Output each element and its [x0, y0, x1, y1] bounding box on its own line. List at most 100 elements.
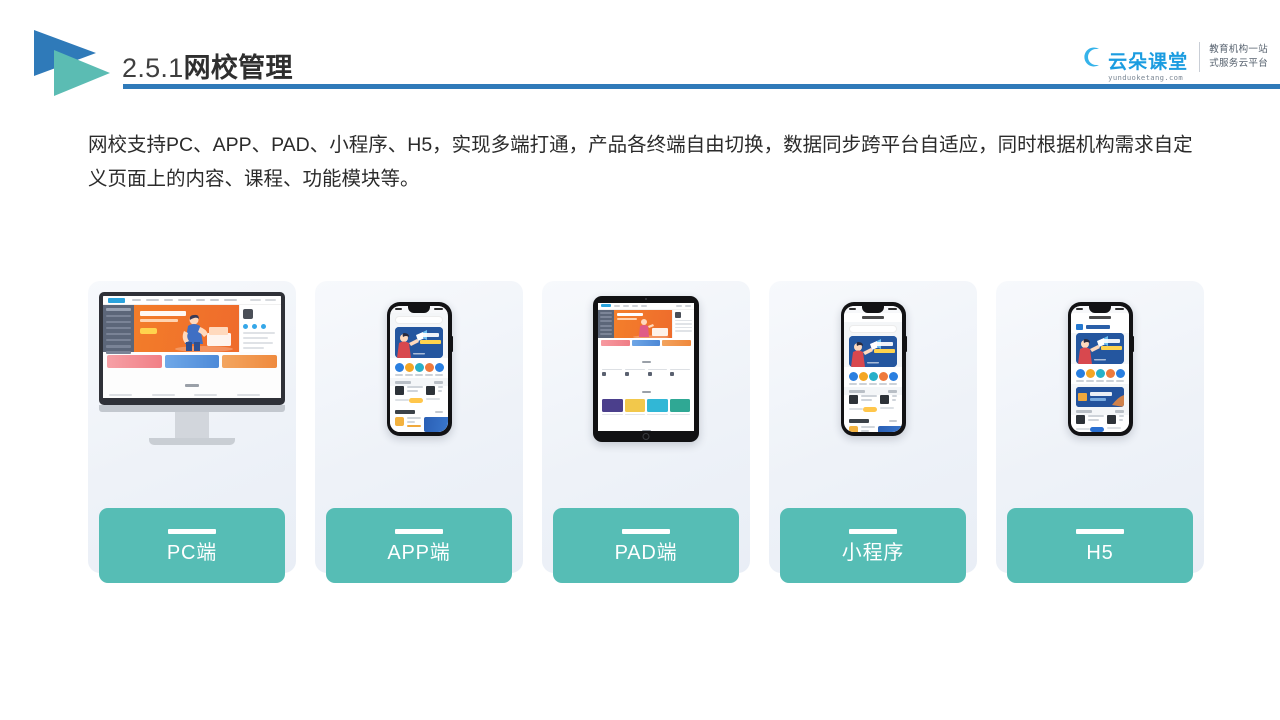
search-input[interactable] — [849, 324, 897, 333]
course-row — [844, 394, 902, 415]
phone-illustration — [840, 301, 907, 436]
phone-side-button — [1132, 335, 1134, 352]
category-icon[interactable] — [434, 362, 444, 376]
category-sidebar — [598, 309, 614, 338]
device-label-app[interactable]: APP端 — [326, 508, 512, 583]
website-hero-banner — [134, 305, 239, 352]
category-icon[interactable] — [878, 371, 888, 385]
category-icon[interactable] — [1075, 368, 1085, 382]
label-dash — [1076, 528, 1124, 534]
phone-side-button — [451, 335, 453, 352]
brand-divider — [1199, 42, 1201, 72]
course-card[interactable] — [1107, 414, 1124, 432]
device-card-app[interactable]: APP端 — [315, 281, 523, 583]
hero-illustration — [1076, 332, 1124, 364]
brand-logo: 云朵课堂 yunduoketang.com — [1077, 42, 1189, 82]
label-dash — [622, 528, 670, 534]
page-title: 2.5.1网校管理 — [122, 46, 293, 85]
device-label-h5[interactable]: H5 — [1007, 508, 1193, 583]
section-heading — [598, 378, 694, 399]
brand-url: yunduoketang.com — [1108, 73, 1184, 82]
device-card-h5[interactable]: H5 — [996, 281, 1204, 583]
list-item[interactable] — [390, 416, 448, 432]
phone-screen — [390, 305, 448, 432]
device-card-miniprogram[interactable]: 小程序 — [769, 281, 977, 583]
website-nav-links — [132, 298, 250, 302]
secondary-promo-banner[interactable] — [1076, 387, 1124, 407]
page-header: 2.5.1网校管理 云朵课堂 yunduoketang.com 教育机构一站 式… — [0, 0, 1280, 110]
app-hero-banner — [849, 335, 897, 367]
course-card[interactable] — [849, 394, 877, 412]
course-card — [151, 394, 191, 398]
list-item[interactable] — [844, 425, 902, 432]
avatar — [675, 311, 681, 318]
category-icon[interactable] — [848, 371, 858, 385]
phone-notch — [407, 305, 431, 313]
stats-row — [598, 368, 694, 378]
category-icon[interactable] — [404, 362, 414, 376]
course-card[interactable] — [395, 385, 423, 403]
brand-tagline-line1: 教育机构一站 — [1209, 44, 1268, 56]
category-icon-row — [844, 366, 902, 387]
category-icon[interactable] — [1105, 368, 1115, 382]
brand-block: 云朵课堂 yunduoketang.com 教育机构一站 式服务云平台 — [1077, 36, 1268, 82]
recommended-section-header — [390, 405, 448, 417]
promo-illustration — [1076, 387, 1124, 407]
phone-mockup — [996, 281, 1204, 456]
device-card-pc[interactable]: PC端 — [88, 281, 296, 583]
search-input[interactable] — [395, 315, 443, 324]
course-card — [194, 394, 233, 398]
course-card[interactable] — [880, 394, 897, 412]
hero-banner — [614, 309, 672, 338]
site-logo-icon — [1076, 324, 1083, 330]
imac-stand-foot — [149, 438, 235, 445]
imac-stand-neck — [175, 412, 209, 438]
device-label-pc[interactable]: PC端 — [99, 508, 285, 583]
category-icon[interactable] — [888, 371, 898, 385]
category-icon[interactable] — [414, 362, 424, 376]
site-name-text — [1086, 325, 1110, 329]
device-card-pad[interactable]: PAD端 — [542, 281, 750, 583]
category-icon[interactable] — [1095, 368, 1105, 382]
category-icon[interactable] — [1115, 368, 1125, 382]
device-label-text: 小程序 — [841, 541, 905, 564]
website-side-panel — [239, 305, 281, 352]
phone-mockup — [769, 281, 977, 456]
website-logo-icon — [601, 303, 611, 308]
front-camera-icon — [645, 298, 647, 300]
category-icon[interactable] — [1085, 368, 1095, 382]
device-label-pad[interactable]: PAD端 — [553, 508, 739, 583]
website-course-grid — [103, 394, 281, 398]
website-actions — [250, 298, 276, 302]
site-brand-bar — [1071, 321, 1129, 333]
course-card[interactable] — [1076, 414, 1104, 432]
section-header — [1071, 407, 1129, 415]
brand-name: 云朵课堂 — [1108, 51, 1189, 73]
home-button[interactable] — [642, 432, 650, 440]
website-category-sidebar — [103, 305, 134, 354]
hero-illustration — [175, 314, 233, 352]
imac-screen — [99, 292, 285, 405]
category-icon[interactable] — [424, 362, 434, 376]
tablet-screen — [598, 302, 694, 431]
device-label-text: PAD端 — [614, 541, 678, 564]
app-hero-banner — [395, 326, 443, 358]
section-heading — [598, 417, 694, 431]
course-card[interactable] — [426, 385, 443, 403]
device-label-text: PC端 — [166, 541, 218, 564]
course-row — [1071, 414, 1129, 432]
imac-illustration — [99, 292, 285, 445]
label-dash — [168, 528, 216, 534]
category-icon[interactable] — [868, 371, 878, 385]
phone-screen — [1071, 305, 1129, 432]
website-section-heading — [103, 371, 281, 394]
category-icon-row — [1071, 363, 1129, 384]
category-icon[interactable] — [858, 371, 868, 385]
section-header — [844, 387, 902, 395]
hero-illustration — [849, 335, 897, 367]
course-card — [236, 394, 276, 398]
desktop-mockup — [88, 281, 296, 456]
category-icon[interactable] — [394, 362, 404, 376]
device-label-miniprogram[interactable]: 小程序 — [780, 508, 966, 583]
miniprogram-navbar — [844, 312, 902, 322]
